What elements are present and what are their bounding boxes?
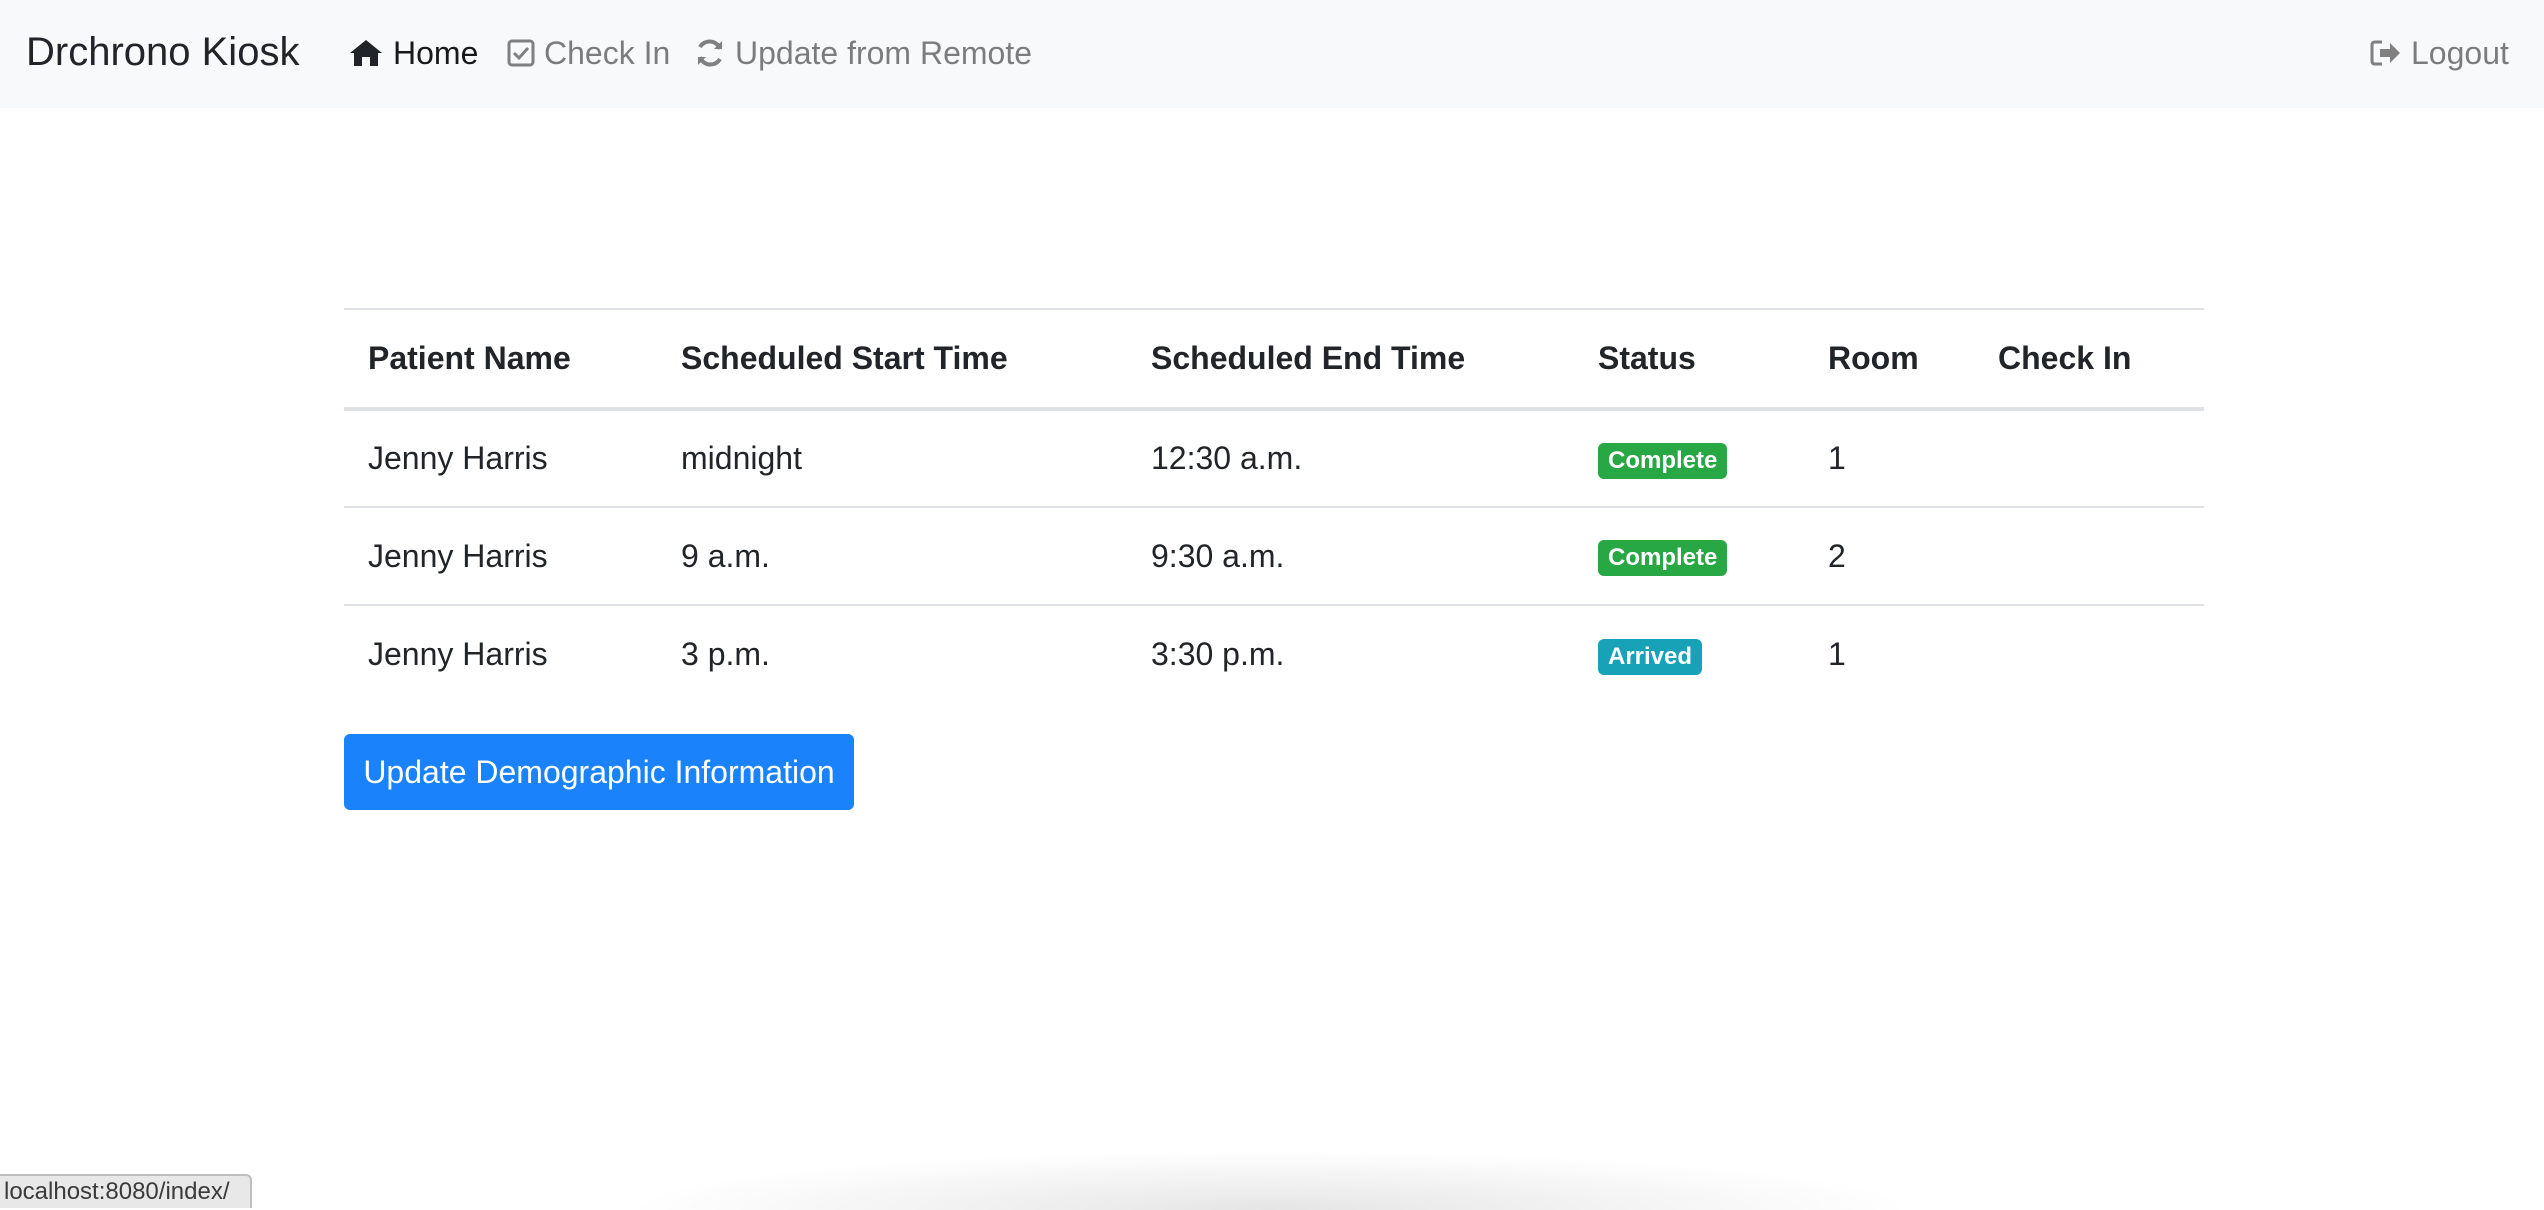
status-badge: Arrived xyxy=(1598,638,1703,675)
status-cell: Arrived xyxy=(1574,604,1804,703)
start-time-cell: 3 p.m. xyxy=(657,604,1127,703)
logout-link[interactable]: Logout xyxy=(2370,30,2509,76)
end-time-cell: 3:30 p.m. xyxy=(1127,604,1574,703)
browser-status-url: localhost:8080/index/ xyxy=(0,1174,252,1208)
check-square-icon xyxy=(507,39,535,67)
brand-title[interactable]: Drchrono Kiosk xyxy=(26,26,299,78)
room-cell: 1 xyxy=(1804,604,1974,703)
check-in-cell xyxy=(1974,409,2204,507)
check-in-cell xyxy=(1974,506,2204,605)
column-header-start-time: Scheduled Start Time xyxy=(657,308,1127,411)
table-row: Jenny Harris midnight 12:30 a.m. Complet… xyxy=(344,409,2204,507)
status-badge: Complete xyxy=(1598,442,1728,479)
check-in-cell xyxy=(1974,604,2204,703)
home-icon xyxy=(350,40,382,66)
patient-name-cell: Jenny Harris xyxy=(368,440,548,476)
column-header-patient-name: Patient Name xyxy=(344,308,657,411)
patient-name-cell: Jenny Harris xyxy=(344,506,657,605)
room-cell: 2 xyxy=(1804,506,1974,605)
table-header-row: Patient Name Scheduled Start Time Schedu… xyxy=(344,308,2204,411)
sign-out-icon xyxy=(2370,40,2400,66)
end-time-cell: 9:30 a.m. xyxy=(1127,506,1574,605)
nav-home-link[interactable]: Home xyxy=(348,30,478,76)
nav-update-remote-label: Update from Remote xyxy=(735,34,1033,71)
column-header-check-in: Check In xyxy=(1974,308,2204,411)
patient-name-cell: Jenny Harris xyxy=(344,604,657,703)
update-demographic-button[interactable]: Update Demographic Information xyxy=(344,734,854,810)
column-header-room: Room xyxy=(1804,308,1974,411)
bottom-shadow xyxy=(620,1150,1920,1210)
end-time-cell: 12:30 a.m. xyxy=(1151,440,1303,476)
nav-home-label: Home xyxy=(393,34,479,71)
column-header-status: Status xyxy=(1574,308,1804,411)
status-cell: Complete xyxy=(1574,506,1804,605)
refresh-icon xyxy=(698,39,722,67)
nav-check-in-label: Check In xyxy=(544,34,671,71)
column-header-end-time: Scheduled End Time xyxy=(1127,308,1574,411)
table-row: Jenny Harris 9 a.m. 9:30 a.m. Complete 2 xyxy=(344,506,2204,605)
appointments-table: Patient Name Scheduled Start Time Schedu… xyxy=(344,308,2204,703)
top-navbar: Drchrono Kiosk Home Check In Update from… xyxy=(0,0,2544,108)
nav-update-remote-link[interactable]: Update from Remote xyxy=(694,30,1032,76)
logout-label: Logout xyxy=(2411,34,2509,71)
status-cell: Complete xyxy=(1574,409,1804,507)
table-row: Jenny Harris 3 p.m. 3:30 p.m. Arrived 1 xyxy=(344,604,2204,703)
status-badge: Complete xyxy=(1598,540,1728,576)
nav-check-in-link[interactable]: Check In xyxy=(507,30,670,76)
appointments-table-container: Patient Name Scheduled Start Time Schedu… xyxy=(344,308,2204,703)
start-time-cell: 9 a.m. xyxy=(657,506,1127,605)
room-cell: 1 xyxy=(1828,440,1846,476)
start-time-cell: midnight xyxy=(681,440,802,476)
